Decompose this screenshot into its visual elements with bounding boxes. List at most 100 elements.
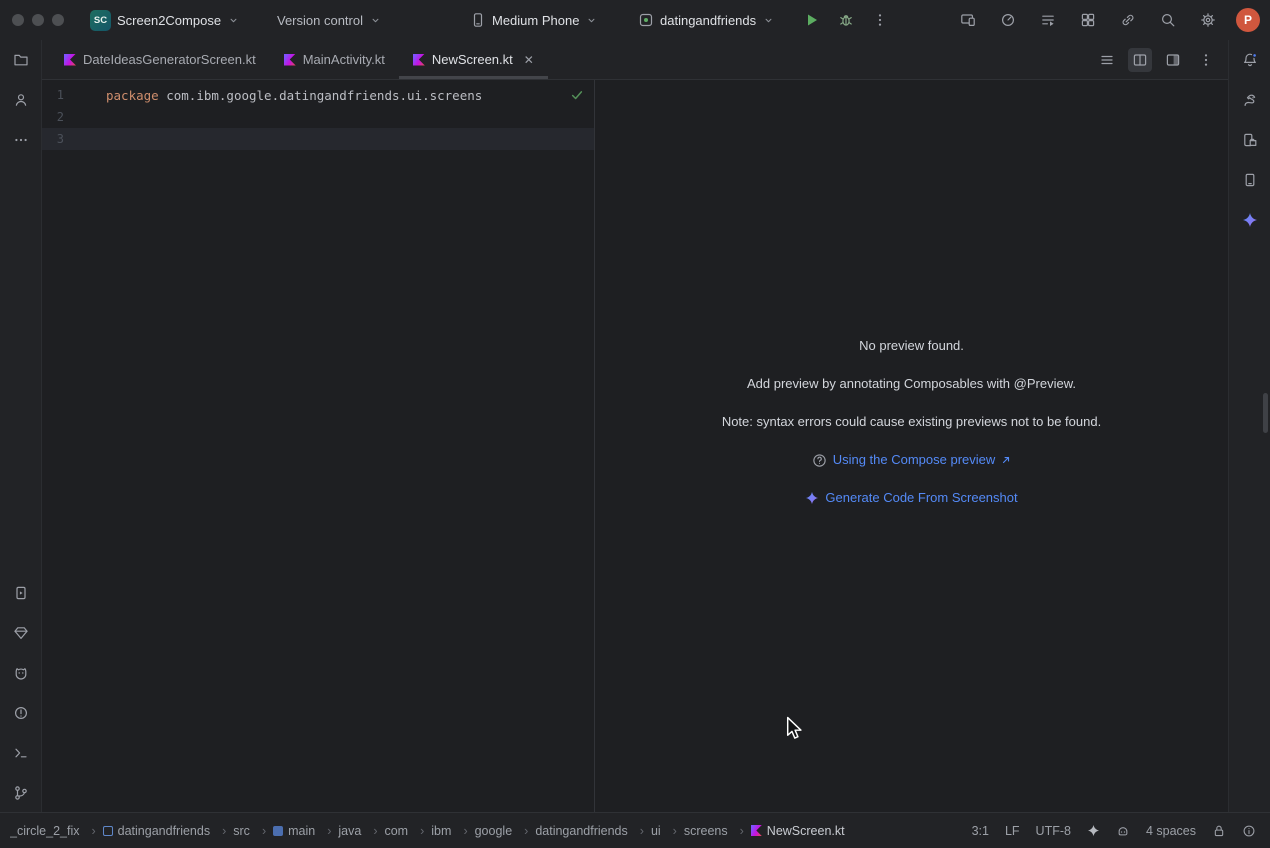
version-control-tool-button[interactable] [9, 781, 33, 805]
profiler-button[interactable] [996, 8, 1020, 32]
inspections-widget[interactable] [570, 88, 584, 107]
doc-link-label: Using the Compose preview [833, 450, 996, 470]
people-tool-button[interactable] [9, 88, 33, 112]
gradle-elephant-icon [1242, 92, 1258, 108]
generate-code-from-screenshot-link[interactable]: Generate Code From Screenshot [805, 488, 1017, 508]
split-view-button[interactable] [1128, 48, 1152, 72]
indent-widget[interactable]: 4 spaces [1146, 824, 1196, 838]
breadcrumb-item[interactable]: ui [651, 824, 684, 838]
minimize-window-button[interactable] [32, 14, 44, 26]
running-devices-button[interactable] [1036, 8, 1060, 32]
breadcrumb-item[interactable]: main [273, 824, 338, 838]
profiler-gauge-icon [1000, 12, 1016, 28]
run-configuration-selector[interactable]: datingandfriends [638, 0, 775, 40]
copilot-status-widget[interactable] [1116, 824, 1130, 838]
gemini-status-widget[interactable] [1087, 824, 1100, 837]
kotlin-file-icon [64, 54, 76, 66]
kotlin-file-icon [284, 54, 296, 66]
chevron-down-icon [585, 14, 598, 27]
gemini-star-icon [1087, 824, 1100, 837]
design-view-button[interactable] [1161, 48, 1185, 72]
breadcrumb-item-current-file[interactable]: NewScreen.kt [751, 824, 845, 838]
device-selector[interactable]: Medium Phone [470, 0, 598, 40]
bell-icon [1242, 52, 1258, 68]
terminal-tool-button[interactable] [9, 741, 33, 765]
breadcrumb-item[interactable]: ibm [431, 824, 474, 838]
readonly-toggle[interactable] [1212, 824, 1226, 838]
scrollbar-thumb[interactable] [1263, 393, 1268, 433]
tab-dateideasgeneratorscreen[interactable]: DateIdeasGeneratorScreen.kt [50, 40, 270, 79]
notifications-status-widget[interactable] [1242, 824, 1256, 838]
project-widget[interactable]: SC Screen2Compose [90, 0, 240, 40]
device-mirroring-button[interactable] [1116, 8, 1140, 32]
breadcrumb-item[interactable]: datingandfriends [535, 824, 651, 838]
settings-button[interactable] [1196, 8, 1220, 32]
tab-newscreen[interactable]: NewScreen.kt ✕ [399, 40, 548, 79]
more-run-options-button[interactable] [868, 0, 892, 40]
code-line-caret[interactable]: 3 [42, 128, 594, 150]
preview-message: No preview found. Add preview by annotat… [595, 336, 1228, 526]
mouse-cursor [786, 716, 804, 746]
people-icon [13, 92, 29, 108]
debug-button[interactable] [834, 0, 858, 40]
gradle-tool-button[interactable] [1238, 88, 1262, 112]
editor-options-button[interactable] [1194, 48, 1218, 72]
debug-bug-icon [838, 12, 854, 28]
editor-tabs: DateIdeasGeneratorScreen.kt MainActivity… [42, 40, 548, 79]
device-explorer-icon [1242, 132, 1258, 148]
user-avatar[interactable]: P [1236, 8, 1260, 32]
grid-icon [1080, 12, 1096, 28]
device-frame-icon [960, 12, 976, 28]
tab-mainactivity[interactable]: MainActivity.kt [270, 40, 399, 79]
run-configuration-name: datingandfriends [660, 13, 756, 28]
breadcrumb-item[interactable]: _circle_2_fix [10, 824, 103, 838]
module-icon [103, 826, 113, 836]
line-separator-widget[interactable]: LF [1005, 824, 1020, 838]
device-explorer-button[interactable] [1238, 128, 1262, 152]
breadcrumb-item[interactable]: screens [684, 824, 751, 838]
tab-label: DateIdeasGeneratorScreen.kt [83, 52, 256, 67]
breadcrumb-item[interactable]: google [475, 824, 536, 838]
gemini-tool-button[interactable] [1238, 208, 1262, 232]
running-devices-icon [1040, 12, 1056, 28]
project-tool-button[interactable] [9, 48, 33, 72]
compose-preview-doc-link[interactable]: Using the Compose preview [812, 450, 1012, 470]
device-manager-icon [1242, 172, 1258, 188]
code-line[interactable]: 1 package com.ibm.google.datingandfriend… [42, 84, 594, 106]
app-quality-insights-tool-button[interactable] [9, 621, 33, 645]
compose-preview-panel: No preview found. Add preview by annotat… [595, 80, 1228, 812]
code-editor[interactable]: 1 package com.ibm.google.datingandfriend… [42, 80, 595, 812]
device-manager-button[interactable] [1076, 8, 1100, 32]
kotlin-file-icon [751, 825, 762, 836]
search-everywhere-button[interactable] [1156, 8, 1180, 32]
folder-icon [13, 52, 29, 68]
run-play-icon [804, 12, 820, 28]
notifications-button[interactable] [1238, 48, 1262, 72]
kebab-menu-icon [1198, 52, 1214, 68]
version-control-widget[interactable]: Version control [277, 0, 382, 40]
breadcrumb-item[interactable]: com [384, 824, 431, 838]
breadcrumb-item[interactable]: src [233, 824, 273, 838]
layout-inspector-button[interactable] [956, 8, 980, 32]
preview-title: No preview found. [595, 336, 1228, 356]
code-line[interactable]: 2 [42, 106, 594, 128]
logcat-tool-button[interactable] [9, 661, 33, 685]
external-link-icon [1001, 455, 1011, 465]
app-module-icon [638, 12, 654, 28]
device-manager-tool-button[interactable] [1238, 168, 1262, 192]
code-view-button[interactable] [1095, 48, 1119, 72]
more-tool-windows-button[interactable] [9, 128, 33, 152]
problems-tool-button[interactable] [9, 701, 33, 725]
project-name: Screen2Compose [117, 13, 221, 28]
running-devices-tool-button[interactable] [9, 581, 33, 605]
close-window-button[interactable] [12, 14, 24, 26]
run-button[interactable] [800, 0, 824, 40]
zoom-window-button[interactable] [52, 14, 64, 26]
breadcrumb-item[interactable]: datingandfriends [103, 824, 234, 838]
code-text: package com.ibm.google.datingandfriends.… [64, 88, 482, 103]
caret-position-widget[interactable]: 3:1 [972, 824, 989, 838]
encoding-widget[interactable]: UTF-8 [1036, 824, 1071, 838]
breadcrumb-item[interactable]: java [338, 824, 384, 838]
chevron-down-icon [762, 14, 775, 27]
close-tab-icon[interactable]: ✕ [524, 54, 534, 66]
